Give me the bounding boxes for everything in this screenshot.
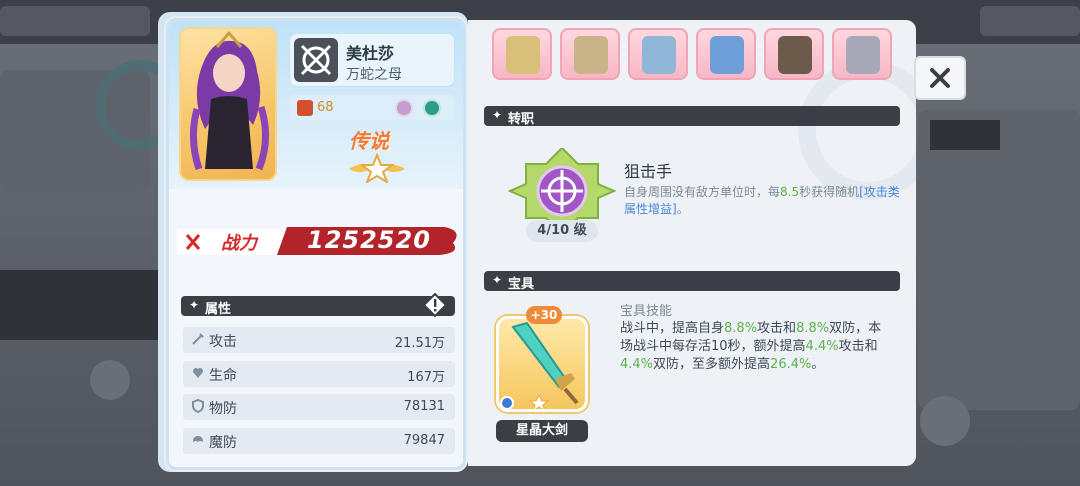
hero-name: 美杜莎 bbox=[346, 44, 395, 63]
equipment-icon bbox=[846, 36, 880, 74]
hero-level: 68 bbox=[317, 100, 334, 115]
attribute-value: 79847 bbox=[403, 433, 445, 448]
attribute-name: 生命 bbox=[209, 368, 237, 384]
background-circle bbox=[90, 360, 130, 400]
job-desc-text: 自身周围没有敌方单位时，每 bbox=[624, 185, 781, 199]
job-desc-text: 秒获得随机 bbox=[799, 185, 860, 199]
attribute-name: 攻击 bbox=[209, 334, 237, 350]
job-name: 狙击手 bbox=[624, 162, 673, 181]
hero-portrait bbox=[179, 27, 277, 181]
section-star-icon: ✦ bbox=[492, 273, 503, 287]
attributes-header: ✦ 属性 bbox=[181, 293, 455, 317]
attribute-value: 21.51万 bbox=[394, 336, 445, 351]
rarity-label: 传说 bbox=[349, 129, 389, 153]
equipment-icon bbox=[710, 36, 744, 74]
hero-info-row: 68 bbox=[289, 95, 455, 121]
equipment-icon bbox=[574, 36, 608, 74]
detail-panel: ✦ 转职 4/10 级 狙击手 自身周围没有敌方单位时，每8.5秒获得随机[攻击… bbox=[468, 20, 916, 466]
hero-card: 美杜莎 万蛇之母 68 传说 战力 1252520 ✦ 属性 攻击 21.51万… bbox=[166, 18, 466, 470]
heart-icon bbox=[193, 368, 203, 378]
warning-icon[interactable] bbox=[423, 293, 447, 317]
equipment-icon bbox=[778, 36, 812, 74]
relic-skill-description: 战斗中，提高自身8.8%攻击和8.8%双防，本场战斗中每存活10秒，额外提高4.… bbox=[620, 320, 892, 374]
relic-enhance-level: +30 bbox=[526, 306, 562, 324]
hero-name-box: 美杜莎 万蛇之母 bbox=[289, 33, 455, 87]
shield-icon bbox=[192, 399, 204, 413]
relic-header: ✦ 宝具 bbox=[484, 271, 900, 292]
relic-desc-text: 。 bbox=[811, 357, 825, 372]
attribute-row-magic-defense: 魔防 79847 bbox=[183, 428, 455, 454]
job-description: 自身周围没有敌方单位时，每8.5秒获得随机[攻击类属性增益]。 bbox=[624, 184, 904, 218]
crystal-sword-icon bbox=[511, 321, 579, 409]
job-header-label: 转职 bbox=[508, 112, 535, 127]
relic-info-icon[interactable] bbox=[500, 396, 514, 410]
sword-icon bbox=[192, 333, 204, 345]
background-card bbox=[918, 110, 1080, 410]
close-icon bbox=[930, 68, 950, 88]
equipment-slot-armor[interactable] bbox=[560, 28, 620, 80]
relic-desc-number: 26.4% bbox=[770, 357, 812, 372]
equipment-slot-boots[interactable] bbox=[696, 28, 756, 80]
hero-header: 美杜莎 万蛇之母 68 传说 bbox=[169, 21, 463, 189]
relic-header-label: 宝具 bbox=[508, 277, 535, 292]
relic-name: 星晶大剑 bbox=[496, 420, 588, 442]
attribute-row-attack: 攻击 21.51万 bbox=[183, 327, 455, 353]
equipment-icon bbox=[506, 36, 540, 74]
relic-desc-text: 攻击和 bbox=[757, 321, 797, 336]
combat-power-label: 战力 bbox=[221, 233, 257, 254]
background-top-box bbox=[0, 6, 150, 36]
attribute-row-physical-defense: 物防 78131 bbox=[183, 394, 455, 420]
attribute-name: 魔防 bbox=[209, 435, 237, 451]
job-header: ✦ 转职 bbox=[484, 106, 900, 127]
panel-watermark bbox=[798, 60, 916, 200]
attribute-value: 78131 bbox=[403, 399, 445, 414]
relic-desc-text: 双防，至多额外提高 bbox=[653, 357, 771, 372]
relic-desc-text: 战斗中，提高自身 bbox=[620, 321, 725, 336]
equipment-slot-accessory[interactable] bbox=[764, 28, 824, 80]
relic-desc-number: 8.8% bbox=[796, 321, 830, 336]
relic-desc-number: 4.4% bbox=[620, 357, 654, 372]
magic-shield-icon bbox=[193, 436, 203, 442]
equipment-icon bbox=[642, 36, 676, 74]
background-circle bbox=[920, 396, 970, 446]
faction-icon[interactable] bbox=[423, 99, 441, 117]
job-desc-number: 8.5 bbox=[780, 185, 800, 199]
relic-desc-text: 攻击和 bbox=[838, 339, 878, 354]
job-level: 4/10 级 bbox=[526, 220, 598, 242]
attribute-row-health: 生命 167万 bbox=[183, 361, 455, 387]
section-star-icon: ✦ bbox=[189, 298, 200, 312]
relic-desc-number: 4.4% bbox=[805, 339, 839, 354]
hero-title: 万蛇之母 bbox=[346, 67, 402, 83]
close-button[interactable] bbox=[914, 56, 966, 100]
sniper-class-icon bbox=[294, 38, 338, 82]
equipment-slot-necklace[interactable] bbox=[832, 28, 892, 80]
relic-desc-number: 8.8% bbox=[724, 321, 758, 336]
combat-power-value: 1252520 bbox=[307, 226, 431, 254]
relic-skill-title: 宝具技能 bbox=[620, 304, 673, 319]
background-panel bbox=[0, 270, 160, 340]
attribute-value: 167万 bbox=[407, 370, 445, 385]
element-icon[interactable] bbox=[395, 99, 413, 117]
attributes-header-label: 属性 bbox=[205, 302, 232, 317]
star-rank-icon bbox=[349, 153, 405, 183]
combat-power-banner: 战力 1252520 bbox=[177, 221, 457, 261]
job-desc-text: 。 bbox=[676, 202, 689, 216]
level-icon bbox=[297, 100, 313, 116]
equipment-slot-gloves[interactable] bbox=[628, 28, 688, 80]
attribute-name: 物防 bbox=[209, 401, 237, 417]
background-top-box bbox=[980, 6, 1080, 36]
equipment-slot-weapon[interactable] bbox=[492, 28, 552, 80]
background-label bbox=[930, 120, 1000, 150]
section-star-icon: ✦ bbox=[492, 108, 503, 122]
